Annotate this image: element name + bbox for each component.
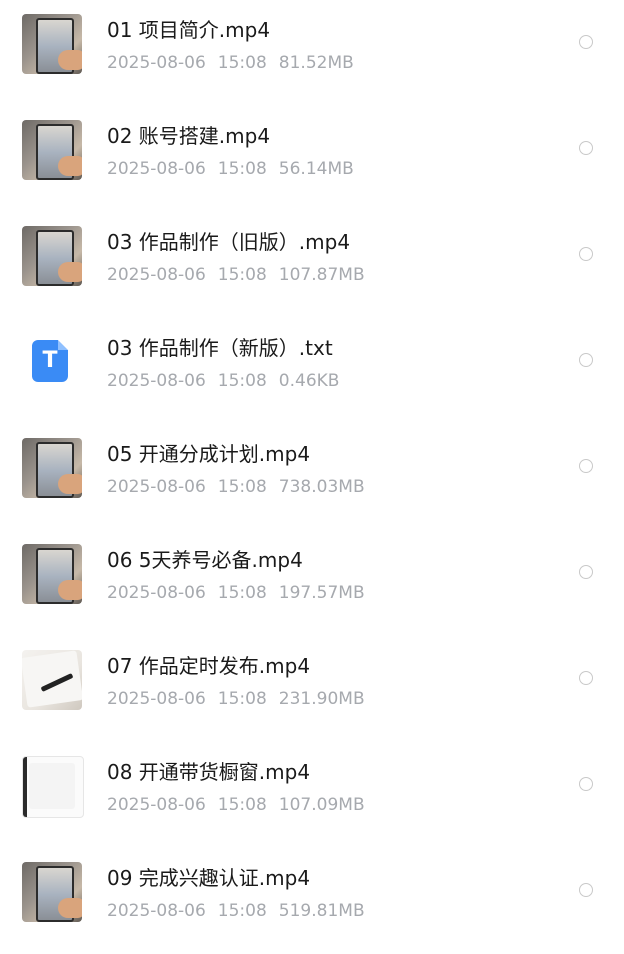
file-date: 2025-08-06 bbox=[107, 583, 206, 603]
file-meta: 2025-08-06 15:08 197.57MB bbox=[107, 581, 377, 605]
file-date: 2025-08-06 bbox=[107, 265, 206, 285]
file-time: 15:08 bbox=[217, 689, 267, 709]
file-name: 03 作品制作（旧版）.mp4 bbox=[107, 230, 351, 254]
file-time: 15:08 bbox=[217, 901, 267, 921]
select-radio[interactable] bbox=[579, 671, 593, 685]
video-thumbnail-icon bbox=[22, 438, 82, 498]
video-thumbnail-icon bbox=[22, 862, 82, 922]
file-row[interactable]: 01 项目简介.mp4 2025-08-06 15:08 81.52MB bbox=[0, 0, 624, 106]
file-name: 09 完成兴趣认证.mp4 bbox=[107, 866, 311, 890]
file-size: 197.57MB bbox=[278, 583, 365, 603]
file-meta: 2025-08-06 15:08 107.09MB bbox=[107, 793, 377, 817]
file-time: 15:08 bbox=[217, 477, 267, 497]
file-meta: 2025-08-06 15:08 81.52MB bbox=[107, 51, 366, 75]
file-name: 07 作品定时发布.mp4 bbox=[107, 654, 311, 678]
video-thumbnail-icon bbox=[22, 120, 82, 180]
file-time: 15:08 bbox=[217, 265, 267, 285]
select-radio[interactable] bbox=[579, 777, 593, 791]
video-thumbnail-icon bbox=[22, 14, 82, 74]
file-meta: 2025-08-06 15:08 738.03MB bbox=[107, 475, 377, 499]
file-row[interactable]: 03 作品制作（旧版）.mp4 2025-08-06 15:08 107.87MB bbox=[0, 212, 624, 318]
file-size: 56.14MB bbox=[278, 159, 354, 179]
file-date: 2025-08-06 bbox=[107, 689, 206, 709]
file-time: 15:08 bbox=[217, 795, 267, 815]
file-date: 2025-08-06 bbox=[107, 371, 206, 391]
select-radio[interactable] bbox=[579, 883, 593, 897]
video-thumbnail-icon bbox=[22, 756, 84, 818]
file-row[interactable]: 09 完成兴趣认证.mp4 2025-08-06 15:08 519.81MB bbox=[0, 848, 624, 954]
file-row[interactable]: 08 开通带货橱窗.mp4 2025-08-06 15:08 107.09MB bbox=[0, 742, 624, 848]
file-meta: 2025-08-06 15:08 231.90MB bbox=[107, 687, 377, 711]
file-name: 02 账号搭建.mp4 bbox=[107, 124, 271, 148]
file-time: 15:08 bbox=[217, 53, 267, 73]
file-name: 05 开通分成计划.mp4 bbox=[107, 442, 311, 466]
file-name: 08 开通带货橱窗.mp4 bbox=[107, 760, 311, 784]
select-radio[interactable] bbox=[579, 141, 593, 155]
select-radio[interactable] bbox=[579, 35, 593, 49]
file-time: 15:08 bbox=[217, 371, 267, 391]
file-meta: 2025-08-06 15:08 107.87MB bbox=[107, 263, 377, 287]
file-meta: 2025-08-06 15:08 519.81MB bbox=[107, 899, 377, 923]
file-row[interactable]: 07 作品定时发布.mp4 2025-08-06 15:08 231.90MB bbox=[0, 636, 624, 742]
text-file-icon: T bbox=[32, 340, 68, 382]
file-row[interactable]: 02 账号搭建.mp4 2025-08-06 15:08 56.14MB bbox=[0, 106, 624, 212]
video-thumbnail-icon bbox=[22, 650, 82, 710]
file-size: 81.52MB bbox=[278, 53, 354, 73]
select-radio[interactable] bbox=[579, 353, 593, 367]
file-size: 0.46KB bbox=[278, 371, 340, 391]
file-date: 2025-08-06 bbox=[107, 159, 206, 179]
file-name: 03 作品制作（新版）.txt bbox=[107, 336, 333, 360]
file-date: 2025-08-06 bbox=[107, 901, 206, 921]
file-date: 2025-08-06 bbox=[107, 795, 206, 815]
file-time: 15:08 bbox=[217, 583, 267, 603]
select-radio[interactable] bbox=[579, 459, 593, 473]
file-row[interactable]: T 03 作品制作（新版）.txt 2025-08-06 15:08 0.46KB bbox=[0, 318, 624, 424]
file-name: 06 5天养号必备.mp4 bbox=[107, 548, 303, 572]
file-list: 01 项目简介.mp4 2025-08-06 15:08 81.52MB 02 账号… bbox=[0, 0, 624, 944]
file-date: 2025-08-06 bbox=[107, 477, 206, 497]
file-meta: 2025-08-06 15:08 0.46KB bbox=[107, 369, 351, 393]
file-size: 107.09MB bbox=[278, 795, 365, 815]
file-name: 01 项目简介.mp4 bbox=[107, 18, 271, 42]
select-radio[interactable] bbox=[579, 565, 593, 579]
file-time: 15:08 bbox=[217, 159, 267, 179]
file-size: 738.03MB bbox=[278, 477, 365, 497]
file-row[interactable]: 05 开通分成计划.mp4 2025-08-06 15:08 738.03MB bbox=[0, 424, 624, 530]
video-thumbnail-icon bbox=[22, 226, 82, 286]
file-row[interactable]: 06 5天养号必备.mp4 2025-08-06 15:08 197.57MB bbox=[0, 530, 624, 636]
video-thumbnail-icon bbox=[22, 544, 82, 604]
file-size: 519.81MB bbox=[278, 901, 365, 921]
select-radio[interactable] bbox=[579, 247, 593, 261]
file-size: 107.87MB bbox=[278, 265, 365, 285]
text-file-glyph: T bbox=[42, 348, 58, 373]
file-date: 2025-08-06 bbox=[107, 53, 206, 73]
file-size: 231.90MB bbox=[278, 689, 365, 709]
file-meta: 2025-08-06 15:08 56.14MB bbox=[107, 157, 366, 181]
